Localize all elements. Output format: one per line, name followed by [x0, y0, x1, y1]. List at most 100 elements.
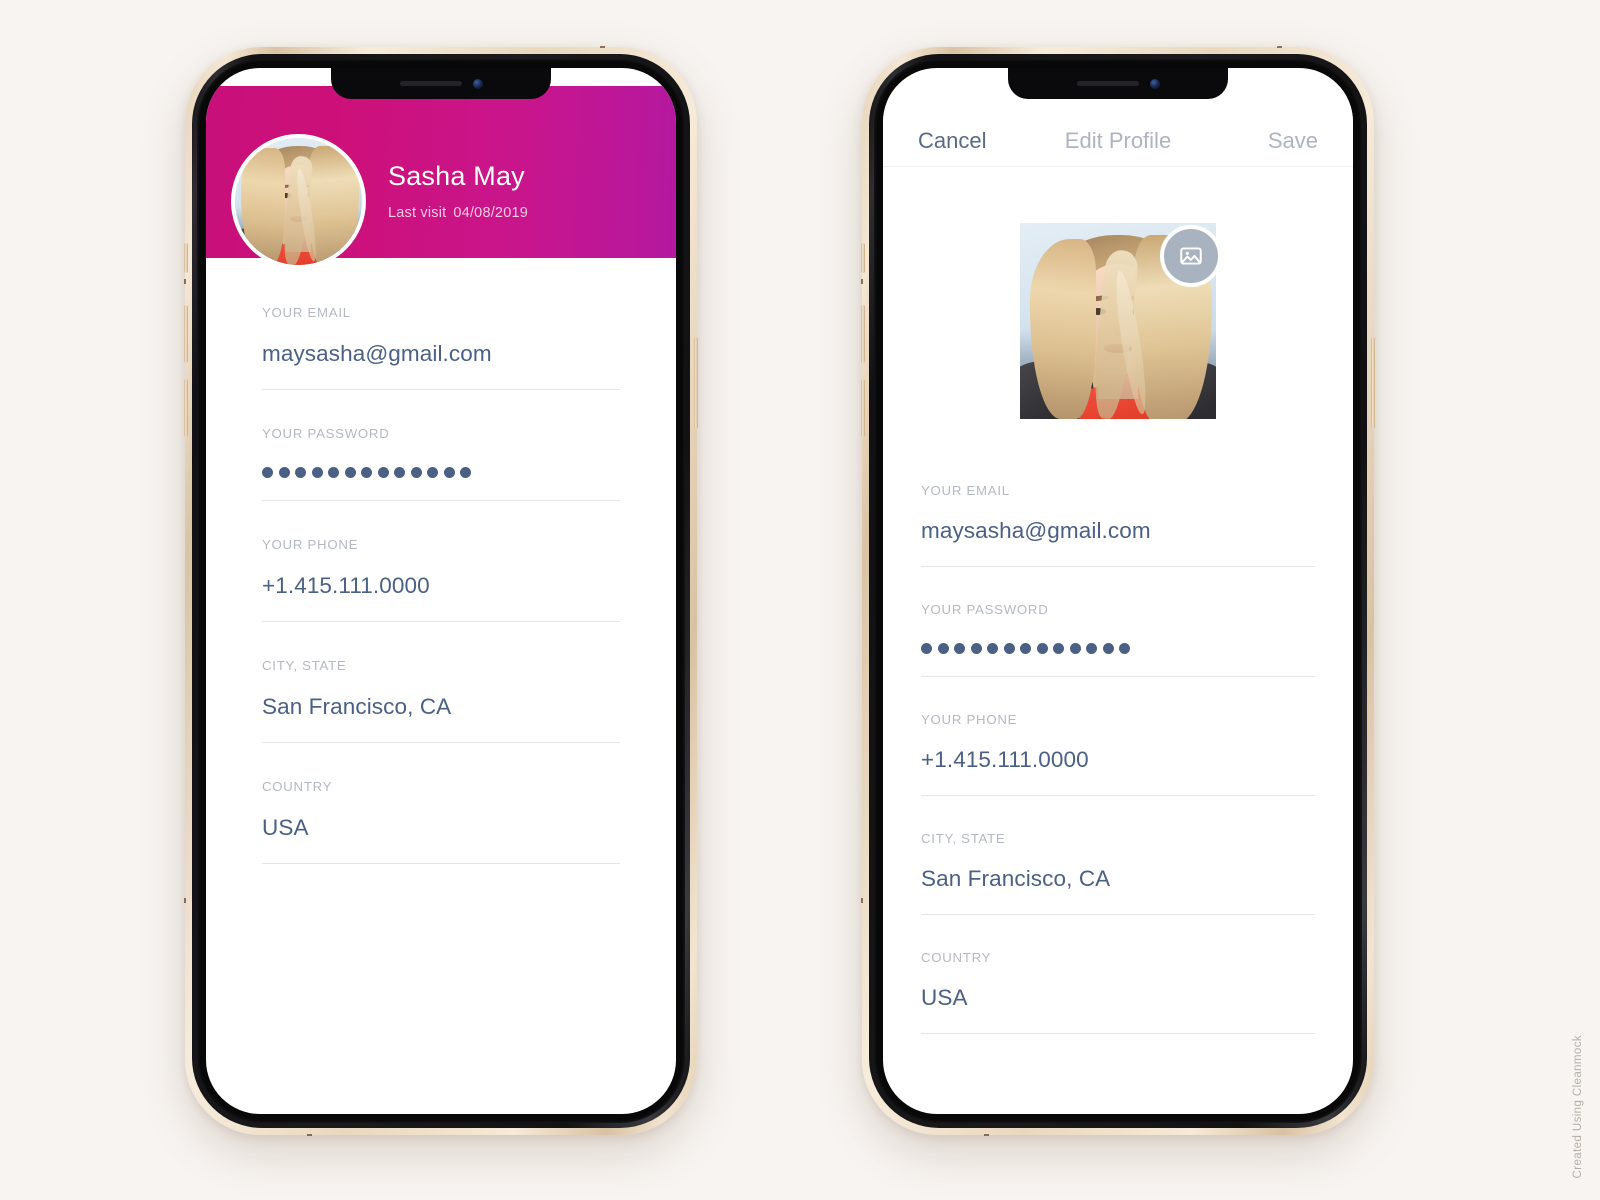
edit-profile-form: YOUR EMAIL maysasha@gmail.com YOUR PASSW…: [883, 483, 1353, 1045]
field-your-password[interactable]: YOUR PASSWORD: [921, 602, 1315, 688]
field-country[interactable]: COUNTRY USA: [262, 779, 620, 875]
antenna-band: [984, 1134, 989, 1136]
city-state-field[interactable]: San Francisco, CA: [262, 694, 620, 720]
field-label: COUNTRY: [262, 779, 333, 794]
password-dot: [1036, 643, 1048, 654]
password-dot: [937, 643, 949, 654]
profile-name: Sasha May: [388, 161, 525, 191]
password-dot: [311, 467, 323, 478]
field-underline: [262, 742, 620, 743]
country-field[interactable]: USA: [921, 985, 1315, 1011]
field-your-phone[interactable]: YOUR PHONE +1.415.111.0000: [262, 537, 620, 633]
password-dot: [295, 467, 306, 478]
password-dot: [1020, 643, 1031, 654]
antenna-band: [184, 279, 186, 284]
city-state-field[interactable]: San Francisco, CA: [921, 866, 1315, 892]
antenna-band: [861, 898, 863, 903]
password-dot: [443, 467, 455, 478]
password-dot: [410, 467, 422, 478]
field-underline: [921, 566, 1315, 567]
antenna-band: [600, 46, 605, 48]
avatar-photo: [235, 138, 362, 265]
password-field[interactable]: [921, 643, 1315, 654]
phone-device-right: Cancel Edit Profile Save YOUR EMAIL mays…: [861, 46, 1375, 1136]
field-label: YOUR PHONE: [921, 712, 1018, 727]
password-dot: [328, 467, 339, 478]
front-camera-icon: [1149, 78, 1160, 89]
field-label: YOUR PASSWORD: [921, 602, 1049, 617]
antenna-band: [861, 279, 863, 284]
field-label: YOUR EMAIL: [262, 305, 351, 320]
field-label: COUNTRY: [921, 950, 992, 965]
phone-device-left: Sasha May Last visit 04/08/2019 YOUR EMAI…: [184, 46, 698, 1136]
volume-down-button[interactable]: [861, 379, 865, 437]
password-dot: [987, 643, 998, 654]
field-underline: [262, 863, 620, 864]
password-dot: [1053, 643, 1064, 654]
field-your-phone[interactable]: YOUR PHONE +1.415.111.0000: [921, 712, 1315, 807]
mockup-stage: Sasha May Last visit 04/08/2019 YOUR EMAI…: [0, 0, 1600, 1200]
password-dot: [1069, 643, 1081, 654]
front-camera-icon: [472, 78, 483, 89]
volume-up-button[interactable]: [861, 305, 865, 363]
password-dot: [954, 643, 965, 654]
field-your-email[interactable]: YOUR EMAIL maysasha@gmail.com: [921, 483, 1315, 578]
field-underline: [921, 795, 1315, 796]
password-dot: [1102, 643, 1114, 654]
last-visit-label: Last visit: [388, 204, 447, 221]
password-dot: [427, 467, 438, 478]
watermark-attribution: Created Using Cleanmock: [1572, 1034, 1584, 1178]
password-dot: [1119, 643, 1130, 654]
image-icon: [1180, 247, 1202, 265]
field-label: YOUR PHONE: [262, 537, 359, 552]
avatar[interactable]: [231, 134, 366, 269]
screen-edit-profile: Cancel Edit Profile Save YOUR EMAIL mays…: [883, 68, 1353, 1114]
field-label: YOUR PASSWORD: [262, 426, 390, 441]
phone-field[interactable]: +1.415.111.0000: [921, 747, 1315, 773]
password-dot: [377, 467, 389, 478]
password-dot: [344, 467, 356, 478]
password-dot: [460, 467, 471, 478]
field-label: YOUR EMAIL: [921, 483, 1010, 498]
password-dot: [262, 467, 273, 478]
field-country[interactable]: COUNTRY USA: [921, 950, 1315, 1045]
email-field[interactable]: maysasha@gmail.com: [262, 341, 620, 367]
field-city-state[interactable]: CITY, STATE San Francisco, CA: [921, 831, 1315, 926]
password-field[interactable]: [262, 467, 620, 478]
antenna-band: [307, 1134, 312, 1136]
antenna-band: [1277, 46, 1282, 48]
password-dot: [361, 467, 372, 478]
earpiece-speaker-icon: [1076, 81, 1139, 86]
field-your-email[interactable]: YOUR EMAIL maysasha@gmail.com: [262, 305, 620, 401]
country-field[interactable]: USA: [262, 815, 620, 841]
field-underline: [262, 500, 620, 501]
field-city-state[interactable]: CITY, STATE San Francisco, CA: [262, 658, 620, 754]
phone-field[interactable]: +1.415.111.0000: [262, 573, 620, 599]
profile-identity: Sasha May Last visit 04/08/2019: [388, 161, 528, 221]
field-underline: [921, 914, 1315, 915]
volume-down-button[interactable]: [184, 379, 188, 437]
field-your-password[interactable]: YOUR PASSWORD: [262, 426, 620, 512]
change-photo-button[interactable]: [1160, 225, 1222, 287]
screen-profile: Sasha May Last visit 04/08/2019 YOUR EMAI…: [206, 68, 676, 1114]
earpiece-speaker-icon: [399, 81, 462, 86]
field-underline: [262, 389, 620, 390]
email-field[interactable]: maysasha@gmail.com: [921, 518, 1315, 544]
field-underline: [921, 676, 1315, 677]
profile-header-banner: Sasha May Last visit 04/08/2019: [206, 86, 676, 269]
power-button[interactable]: [694, 337, 698, 429]
password-dot: [1003, 643, 1015, 654]
silent-switch[interactable]: [861, 243, 865, 273]
field-underline: [262, 621, 620, 622]
silent-switch[interactable]: [184, 243, 188, 273]
field-underline: [921, 1033, 1315, 1034]
password-dot: [278, 467, 290, 478]
password-dot: [1086, 643, 1097, 654]
device-notch: [1008, 68, 1228, 99]
profile-form: YOUR EMAIL maysasha@gmail.com YOUR PASSW…: [206, 305, 676, 875]
power-button[interactable]: [1371, 337, 1375, 429]
save-button[interactable]: Save: [1268, 128, 1318, 154]
device-notch: [331, 68, 551, 99]
navbar-divider: [883, 166, 1353, 167]
volume-up-button[interactable]: [184, 305, 188, 363]
